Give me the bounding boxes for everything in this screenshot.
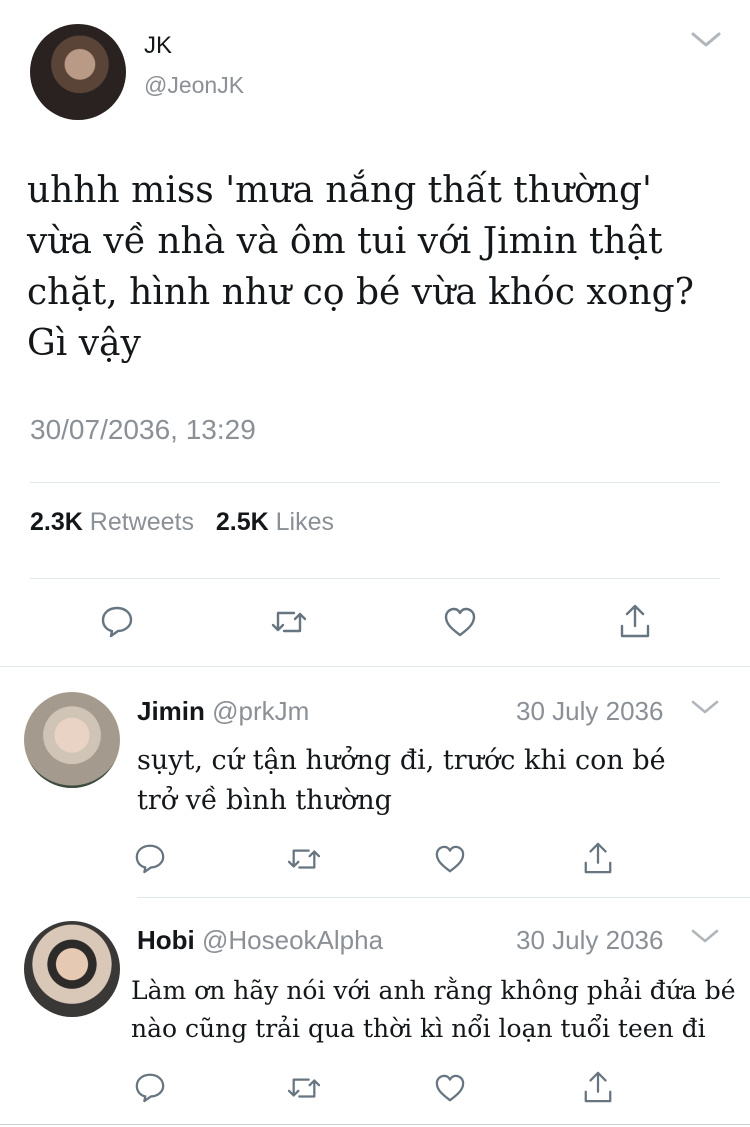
divider [30,482,720,483]
reply-avatar[interactable] [24,921,120,1017]
tweet-text: uhhh miss 'mưa nắng thất thường' vừa về … [27,165,694,369]
chevron-down-icon[interactable] [690,698,720,718]
reply-text: sụyt, cứ tận hưởng đi, trước khi con bé … [137,741,666,821]
retweet-icon[interactable] [286,844,322,874]
heart-icon[interactable] [443,606,477,638]
tweet-timestamp[interactable]: 30/07/2036, 13:29 [30,414,256,446]
share-icon[interactable] [618,602,652,640]
reply-text-line: trở về bình thường [137,785,392,816]
tweet-text-line: Gì vậy [27,323,141,364]
reply-author-name[interactable]: Jimin [137,696,205,726]
reply-author-handle[interactable]: @HoseokAlpha [202,925,383,955]
author-name[interactable]: JK [144,32,172,60]
reply-text: Làm ơn hãy nói với anh rằng không phải đ… [131,972,736,1048]
divider [0,666,750,667]
reply-author-name[interactable]: Hobi [137,925,195,955]
share-icon[interactable] [582,840,614,876]
retweets-count[interactable]: 2.3K [30,508,83,536]
divider [137,897,750,898]
retweets-label[interactable]: Retweets [90,508,194,536]
reply-icon[interactable] [134,1071,166,1103]
share-icon[interactable] [582,1069,614,1105]
retweet-icon[interactable] [270,606,308,638]
retweet-icon[interactable] [286,1073,322,1103]
reply-text-line: nào cũng trải qua thời kì nổi loạn tuổi … [131,1014,706,1043]
divider [0,1124,750,1125]
likes-count[interactable]: 2.5K [216,508,269,536]
reply-icon[interactable] [100,604,134,638]
chevron-down-icon[interactable] [690,30,722,50]
reply-text-line: sụyt, cứ tận hưởng đi, trước khi con bé [137,745,666,776]
reply-header: Hobi @HoseokAlpha [137,925,383,956]
reply-header: Jimin @prkJm [137,696,309,727]
tweet-text-line: uhhh miss 'mưa nắng thất thường' [27,170,652,211]
divider [30,578,720,579]
heart-icon[interactable] [434,844,466,874]
likes-label[interactable]: Likes [276,508,334,536]
chevron-down-icon[interactable] [690,927,720,947]
reply-date[interactable]: 30 July 2036 [516,925,663,956]
reply-author-handle[interactable]: @prkJm [212,696,309,726]
reply-avatar[interactable] [24,692,120,788]
reply-icon[interactable] [134,842,166,874]
author-avatar[interactable] [30,24,126,120]
author-handle[interactable]: @JeonJK [144,72,244,99]
tweet-text-line: vừa về nhà và ôm tui với Jimin thật [27,221,663,262]
reply-date[interactable]: 30 July 2036 [516,696,663,727]
tweet-text-line: chặt, hình như cọ bé vừa khóc xong? [27,272,694,313]
reply-text-line: Làm ơn hãy nói với anh rằng không phải đ… [131,976,736,1005]
heart-icon[interactable] [434,1073,466,1103]
engagement-stats: 2.3K Retweets 2.5K Likes [30,508,334,537]
